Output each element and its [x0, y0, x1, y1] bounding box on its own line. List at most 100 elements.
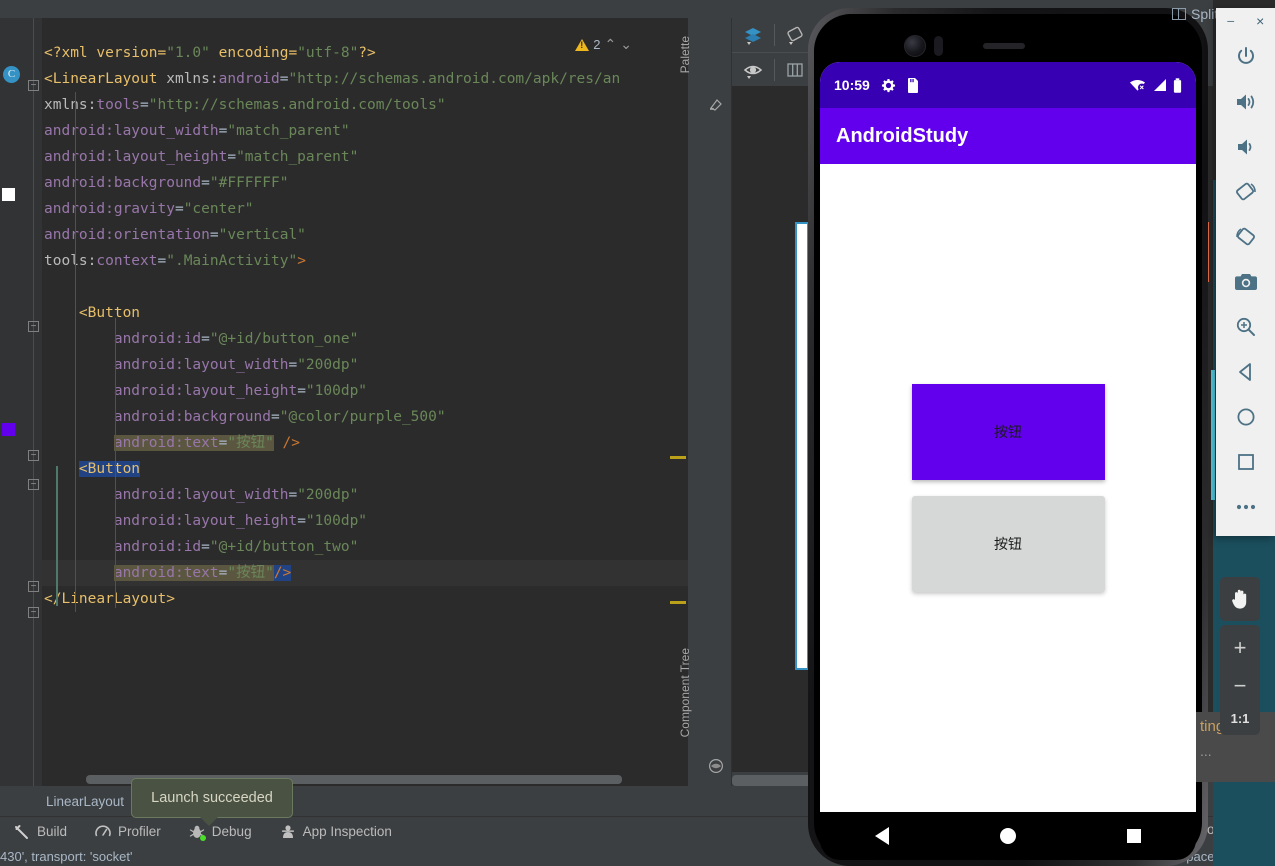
warning-marker[interactable] [670, 456, 686, 459]
power-icon[interactable] [1224, 34, 1268, 79]
split-view-tab[interactable]: Split [1172, 6, 1218, 22]
back-icon[interactable] [875, 827, 890, 845]
fold-toggle-icon[interactable]: − [28, 80, 39, 91]
code-token: = [227, 149, 237, 165]
rotate-left-icon[interactable] [1224, 169, 1268, 214]
breadcrumb-item-linearlayout[interactable]: LinearLayout [46, 794, 124, 809]
code-token: "center" [183, 201, 254, 217]
code-line[interactable]: android:background="@color/purple_500" [42, 404, 700, 430]
palette-icon[interactable] [708, 96, 724, 112]
code-token: ?> [358, 45, 376, 61]
code-line[interactable]: android:layout_width="match_parent" [42, 118, 700, 144]
back-icon[interactable] [1224, 349, 1268, 394]
emulator-control-toolbar[interactable]: − × [1216, 8, 1275, 536]
code-line[interactable] [42, 274, 700, 300]
eye-icon[interactable] [732, 54, 774, 86]
screen-root: C − − − − − − <?xml version="1.0" encodi… [0, 0, 1275, 866]
fold-toggle-icon[interactable]: − [28, 607, 39, 618]
fold-toggle-icon[interactable]: − [28, 581, 39, 592]
home-icon[interactable] [1224, 394, 1268, 439]
code-token: = [201, 331, 210, 347]
layers-icon[interactable] [732, 19, 774, 51]
prev-problem-icon[interactable]: ⌃ [605, 36, 617, 53]
color-swatch-purple-icon[interactable] [2, 423, 15, 436]
screenshot-icon[interactable] [1224, 259, 1268, 304]
code-line[interactable]: android:layout_width="200dp" [42, 352, 700, 378]
code-line[interactable]: android:layout_width="200dp" [42, 482, 700, 508]
code-token: orientation [113, 227, 210, 243]
code-text-area[interactable]: <?xml version="1.0" encoding="utf-8"?> <L… [42, 18, 700, 786]
zoom-ratio-button[interactable]: 1:1 [1220, 705, 1260, 731]
rotate-right-icon[interactable] [1224, 214, 1268, 259]
recents-icon[interactable] [1126, 829, 1141, 843]
android-navigation-bar[interactable] [820, 812, 1196, 860]
xml-code-editor[interactable]: C − − − − − − <?xml version="1.0" encodi… [0, 18, 700, 786]
close-button[interactable]: × [1256, 13, 1264, 29]
fold-toggle-icon[interactable]: − [28, 479, 39, 490]
button-two[interactable]: 按钮 [911, 496, 1105, 592]
tool-window-build[interactable]: Build [0, 817, 81, 847]
breadcrumb[interactable]: LinearLayout [0, 786, 700, 816]
class-marker-icon[interactable]: C [3, 66, 20, 83]
code-token: background [113, 175, 202, 191]
code-token: layout_width [183, 357, 289, 373]
code-token: android: [44, 383, 184, 399]
code-line[interactable]: </LinearLayout> [42, 586, 700, 612]
launch-succeeded-tooltip: Launch succeeded [131, 778, 293, 826]
volume-down-icon[interactable] [1224, 124, 1268, 169]
code-line[interactable]: android:layout_height="match_parent" [42, 144, 700, 170]
code-token: android: [113, 435, 184, 451]
design-side-rail: Palette Component Tree [678, 18, 732, 786]
component-tree-icon[interactable] [708, 758, 724, 774]
zoom-icon[interactable] [1224, 304, 1268, 349]
button-one[interactable]: 按钮 [911, 384, 1105, 480]
preview-pan-zoom-controls[interactable]: + − 1:1 [1220, 577, 1260, 735]
emulator-screen[interactable]: 10:59 AndroidStudy 按钮 按钮 [820, 62, 1196, 812]
warning-marker[interactable] [670, 601, 686, 604]
code-line[interactable]: android:id="@+id/button_one" [42, 326, 700, 352]
code-line[interactable]: <Button [42, 456, 700, 482]
code-token: = [201, 175, 210, 191]
inspection-warning-chip[interactable]: 2 ⌃ ⌄ [575, 36, 632, 53]
code-line[interactable]: android:layout_height="100dp" [42, 508, 700, 534]
zoom-out-button[interactable]: − [1220, 667, 1260, 705]
code-line[interactable]: <LinearLayout xmlns:android="http://sche… [42, 66, 700, 92]
fold-toggle-icon[interactable]: − [28, 450, 39, 461]
code-line[interactable]: android:id="@+id/button_two" [42, 534, 700, 560]
code-line[interactable]: xmlns:tools="http://schemas.android.com/… [42, 92, 700, 118]
tool-window-app-inspection[interactable]: App Inspection [266, 817, 406, 847]
overview-icon[interactable] [1224, 439, 1268, 484]
code-token: = [297, 513, 306, 529]
android-emulator-device[interactable]: 10:59 AndroidStudy 按钮 按钮 [808, 8, 1208, 866]
volume-up-icon[interactable] [1224, 79, 1268, 124]
next-problem-icon[interactable]: ⌄ [620, 36, 632, 53]
zoom-controls[interactable]: + − 1:1 [1220, 625, 1260, 735]
warning-count: 2 [593, 37, 601, 52]
code-token: tools: [44, 253, 97, 269]
hand-icon[interactable] [1220, 577, 1260, 621]
code-line[interactable]: <Button [42, 300, 700, 326]
code-line[interactable]: android:text="按钮" /> [42, 430, 700, 456]
editor-gutter[interactable]: C − − − − − − [0, 18, 42, 786]
tool-window-debug[interactable]: Debug [175, 817, 266, 847]
fold-toggle-icon[interactable]: − [28, 321, 39, 332]
home-icon[interactable] [999, 828, 1016, 844]
more-icon[interactable] [1224, 484, 1268, 529]
code-line[interactable]: android:orientation="vertical" [42, 222, 700, 248]
code-token: xmlns: [44, 97, 97, 113]
wifi-off-icon [1129, 79, 1146, 92]
code-line[interactable]: android:layout_height="100dp" [42, 378, 700, 404]
code-line[interactable]: tools:context=".MainActivity"> [42, 248, 700, 274]
preview-accent-cyan [1211, 370, 1215, 500]
tool-window-profiler[interactable]: Profiler [81, 817, 175, 847]
minimize-button[interactable]: − [1227, 14, 1235, 28]
color-swatch-white-icon[interactable] [2, 188, 15, 201]
code-line[interactable]: android:text="按钮"/> [42, 560, 700, 586]
zoom-in-button[interactable]: + [1220, 629, 1260, 667]
code-line[interactable]: android:gravity="center" [42, 196, 700, 222]
tool-window-app-inspection-label: App Inspection [302, 824, 392, 839]
code-line[interactable]: android:background="#FFFFFF" [42, 170, 700, 196]
layout-preview-device[interactable] [795, 222, 809, 670]
android-status-bar: 10:59 [820, 62, 1196, 108]
code-token: background [183, 409, 271, 425]
